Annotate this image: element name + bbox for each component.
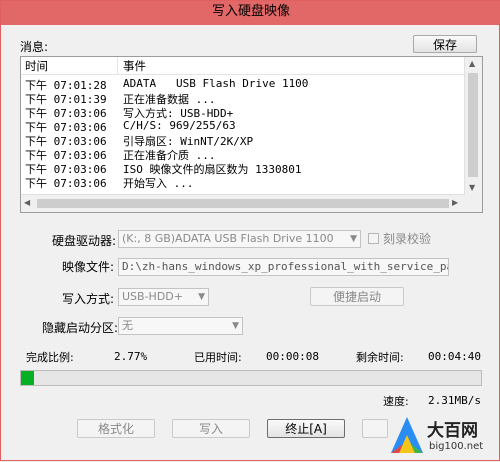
watermark-brand: 大百网: [427, 421, 478, 441]
elapsed-label: 已用时间:: [194, 351, 242, 364]
done-value: 2.77%: [114, 350, 148, 363]
scroll-down-icon[interactable]: ▼: [469, 183, 475, 192]
log-row: 下午 07:03:06 ISO 映像文件的扇区数为 1330801: [21, 161, 465, 176]
drive-label: 硬盘驱动器:: [52, 234, 117, 248]
chevron-down-icon: ▼: [198, 292, 205, 302]
drive-select[interactable]: (K:, 8 GB)ADATA USB Flash Drive 1100 ▼: [118, 230, 361, 248]
verify-checkbox[interactable]: [368, 233, 379, 244]
scroll-up-icon[interactable]: ▲: [469, 59, 475, 68]
image-file-field[interactable]: D:\zh-hans_windows_xp_professional_with_…: [118, 258, 449, 276]
log-row: 下午 07:03:06 引导扇区: WinNT/2K/XP: [21, 133, 465, 148]
log-row: 下午 07:03:06 写入方式: USB-HDD+: [21, 105, 465, 120]
remaining-label: 剩余时间:: [356, 351, 404, 364]
message-log[interactable]: 时间 事件 下午 07:01:28 ADATA USB Flash Drive …: [20, 56, 483, 213]
watermark-logo: 大百网 big100.net: [387, 413, 499, 459]
hidden-partition-value: 无: [122, 319, 133, 332]
vertical-scrollbar[interactable]: ▲ ▼: [464, 57, 482, 196]
image-file-label: 映像文件:: [62, 260, 115, 274]
chevron-down-icon: ▼: [350, 234, 357, 244]
log-row: 下午 07:01:28 ADATA USB Flash Drive 1100: [21, 77, 465, 92]
column-separator: [117, 57, 118, 74]
window-title: 写入硬盘映像: [1, 1, 500, 25]
scrollbar-corner: [465, 195, 482, 212]
log-row: 下午 07:03:06 正在准备介质 ...: [21, 147, 465, 162]
hidden-partition-label: 隐藏启动分区:: [42, 321, 119, 335]
log-event: ADATA USB Flash Drive 1100: [123, 77, 309, 90]
log-row: 下午 07:01:39 正在准备数据 ...: [21, 91, 465, 106]
log-row: 下午 07:03:06 C/H/S: 969/255/63: [21, 119, 465, 134]
done-label: 完成比例:: [26, 351, 74, 364]
scroll-thumb[interactable]: [37, 199, 449, 208]
elapsed-value: 00:00:08: [266, 350, 319, 363]
scroll-thumb[interactable]: [468, 73, 478, 177]
log-event: 开始写入 ...: [123, 177, 194, 190]
progress-bar: [20, 370, 482, 386]
hidden-partition-select[interactable]: 无 ▼: [118, 317, 243, 335]
write-button[interactable]: 写入: [172, 419, 250, 438]
convenient-boot-button[interactable]: 便捷启动: [310, 287, 404, 306]
log-header: 时间 事件: [21, 57, 465, 75]
log-event: C/H/S: 969/255/63: [123, 119, 236, 132]
stop-button[interactable]: 终止[A]: [267, 419, 345, 438]
save-button[interactable]: 保存: [413, 35, 477, 53]
chevron-down-icon: ▼: [232, 321, 239, 331]
write-method-label: 写入方式:: [62, 292, 115, 306]
log-time: 下午 07:03:06: [25, 177, 107, 190]
speed-label: 速度:: [383, 395, 409, 408]
speed-value: 2.31MB/s: [428, 394, 481, 407]
column-time-header[interactable]: 时间: [25, 58, 48, 74]
horizontal-scrollbar[interactable]: ◀ ▶: [21, 194, 465, 212]
verify-label: 刻录校验: [383, 232, 432, 246]
progress-fill: [21, 371, 34, 385]
return-button[interactable]: [362, 419, 388, 438]
scroll-left-icon[interactable]: ◀: [24, 198, 30, 207]
messages-label: 消息:: [20, 40, 49, 54]
log-row: 下午 07:03:06 开始写入 ...: [21, 175, 465, 190]
write-method-value: USB-HDD+: [122, 290, 183, 303]
column-event-header[interactable]: 事件: [123, 58, 146, 74]
write-method-select[interactable]: USB-HDD+ ▼: [118, 288, 209, 306]
drive-select-value: (K:, 8 GB)ADATA USB Flash Drive 1100: [122, 232, 334, 245]
watermark-site: big100.net: [429, 441, 484, 452]
dialog-window: 写入硬盘映像 消息: 保存 时间 事件 下午 07:01:28 ADATA US…: [0, 0, 500, 461]
format-button[interactable]: 格式化: [77, 419, 155, 438]
remaining-value: 00:04:40: [428, 350, 481, 363]
scroll-right-icon[interactable]: ▶: [452, 198, 458, 207]
